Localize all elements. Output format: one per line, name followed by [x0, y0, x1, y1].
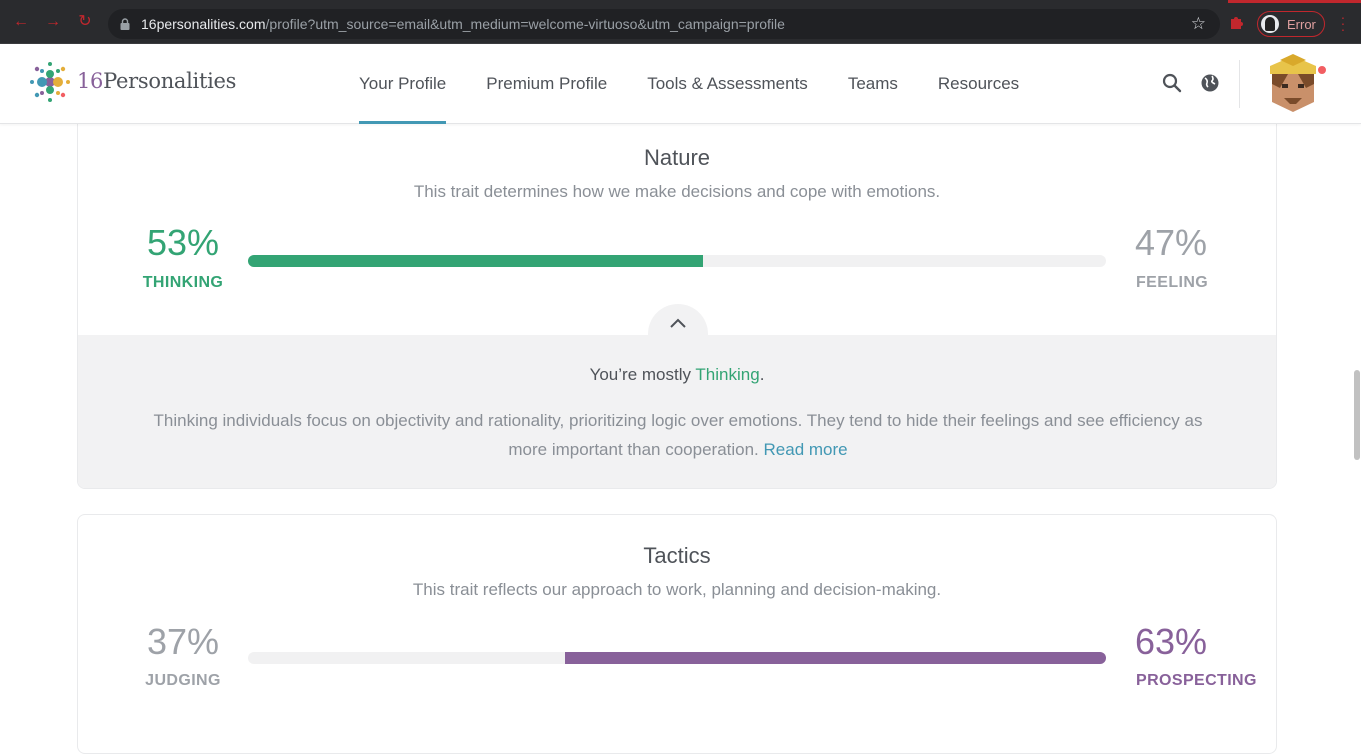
right-trait-label: FEELING: [1136, 274, 1209, 291]
address-bar[interactable]: 16personalities.com/profile?utm_source=e…: [108, 9, 1220, 39]
nav-premium-profile[interactable]: Premium Profile: [466, 44, 627, 124]
back-icon[interactable]: ←: [12, 13, 30, 31]
tab-strip-accent: [1228, 0, 1361, 3]
left-percentage: 53%: [146, 222, 220, 263]
trait-bar-fill: [565, 652, 1106, 664]
trait-explanation-text: Thinking individuals focus on objectivit…: [153, 411, 1203, 459]
trait-description: This trait determines how we make decisi…: [413, 182, 941, 201]
forward-icon[interactable]: →: [44, 13, 62, 31]
left-trait-label: THINKING: [142, 274, 224, 291]
tactics-trait-card: Tactics This trait reflects our approach…: [77, 514, 1277, 754]
trait-title: Tactics: [643, 543, 711, 568]
globe-icon[interactable]: [1200, 73, 1220, 93]
trait-bar-fill: [248, 255, 703, 267]
header-divider: [1239, 60, 1240, 108]
mostly-statement: You’re mostly Thinking.: [589, 365, 765, 384]
left-percentage: 37%: [146, 621, 220, 662]
lock-icon: [120, 18, 130, 30]
logo-icon[interactable]: [28, 60, 72, 104]
site-header: 16Personalities Your Profile Premium Pro…: [0, 44, 1361, 124]
nav-tools-assessments[interactable]: Tools & Assessments: [627, 44, 828, 124]
read-more-link[interactable]: Read more: [764, 440, 848, 459]
nature-trait-card: Nature This trait determines how we make…: [77, 95, 1277, 489]
error-label: Error: [1287, 17, 1316, 32]
trait-bar: [248, 652, 1106, 664]
nav-your-profile[interactable]: Your Profile: [339, 44, 466, 124]
user-avatar[interactable]: [1260, 54, 1326, 112]
url-text: 16personalities.com/profile?utm_source=e…: [141, 16, 785, 32]
main-nav: Your Profile Premium Profile Tools & Ass…: [339, 44, 1039, 124]
right-percentage: 47%: [1134, 222, 1208, 263]
page-scrollbar[interactable]: [1354, 370, 1360, 460]
bookmark-star-icon[interactable]: ☆: [1191, 14, 1206, 34]
profile-error-button[interactable]: Error: [1257, 11, 1325, 37]
left-trait-label: JUDGING: [145, 672, 221, 689]
browser-menu-icon[interactable]: · · ·: [1340, 10, 1346, 36]
trait-description: This trait reflects our approach to work…: [412, 580, 942, 599]
profile-avatar-icon: [1261, 15, 1279, 33]
nav-teams[interactable]: Teams: [828, 44, 918, 124]
trait-title: Nature: [643, 145, 711, 170]
logo-wordmark[interactable]: 16Personalities: [77, 69, 236, 93]
right-percentage: 63%: [1134, 621, 1208, 662]
chevron-up-icon: [670, 318, 686, 328]
notification-dot: [1316, 64, 1328, 76]
collapse-toggle[interactable]: [648, 304, 708, 364]
browser-toolbar: ← → ↻ 16personalities.com/profile?utm_so…: [0, 0, 1361, 44]
nav-resources[interactable]: Resources: [918, 44, 1039, 124]
extensions-puzzle-icon[interactable]: [1229, 14, 1245, 30]
right-trait-label: PROSPECTING: [1136, 672, 1257, 689]
reload-icon[interactable]: ↻: [76, 13, 94, 31]
trait-bar: [248, 255, 1106, 267]
search-icon[interactable]: [1162, 73, 1182, 93]
